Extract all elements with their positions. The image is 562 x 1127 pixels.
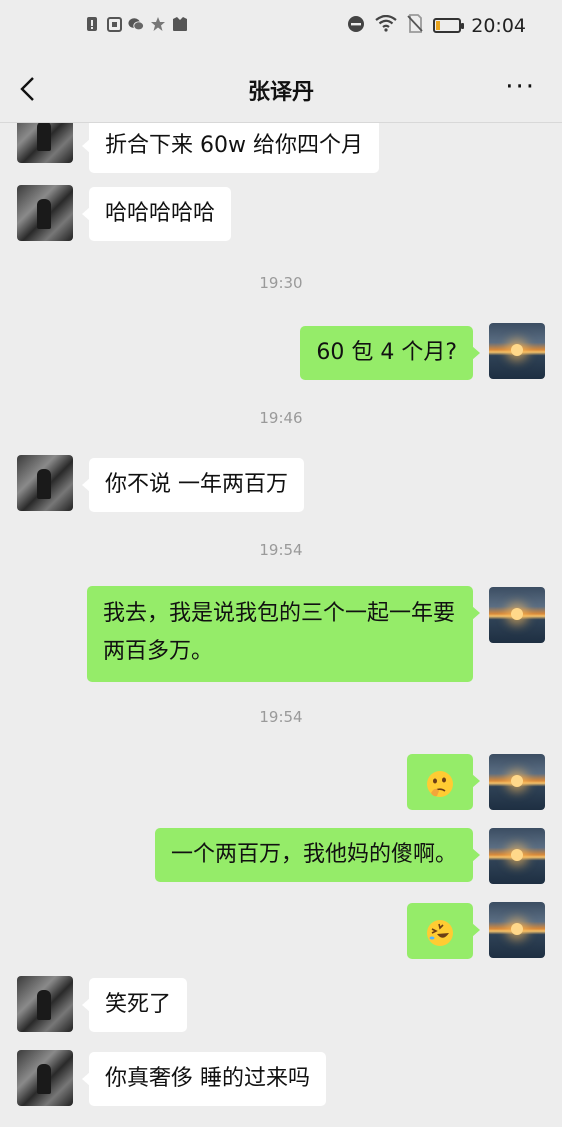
- star-icon: [150, 16, 166, 32]
- wifi-icon: [375, 14, 397, 36]
- contact-avatar[interactable]: [17, 455, 73, 511]
- message-bubble-left[interactable]: 折合下来 60w 给你四个月: [82, 123, 379, 173]
- status-bar: 20:04: [0, 0, 562, 56]
- my-avatar[interactable]: [489, 323, 545, 379]
- contact-avatar[interactable]: [17, 185, 73, 241]
- emoji-bubble[interactable]: [407, 903, 480, 959]
- message-bubble-left[interactable]: 你不说 一年两百万: [82, 458, 304, 512]
- message-timestamp: 19:54: [259, 708, 303, 726]
- status-left-icons: [84, 16, 188, 32]
- more-options-button[interactable]: ···: [505, 72, 536, 102]
- message-bubble-left[interactable]: 笑死了: [81, 978, 188, 1032]
- battery-fill: [436, 21, 441, 30]
- chat-title: 张译丹: [247, 80, 314, 105]
- message-bubble-right[interactable]: 60 包 4 个月?: [300, 326, 480, 380]
- thinking-face-emoji: [427, 771, 453, 797]
- message-timestamp: 19:46: [259, 409, 303, 427]
- status-right: 20:04: [347, 14, 526, 37]
- rolling-laughing-emoji: [427, 920, 453, 946]
- message-bubble-right[interactable]: 一个两百万，我他妈的傻啊。: [154, 828, 481, 882]
- wechat-icon: [128, 16, 144, 32]
- message-timestamp: 19:30: [259, 274, 303, 292]
- contact-avatar[interactable]: [17, 976, 73, 1032]
- battery-icon: [433, 18, 465, 33]
- dnd-icon: [347, 15, 365, 37]
- no-sim-icon: [407, 14, 423, 37]
- message-timestamp: 19:54: [259, 541, 303, 559]
- chat-area[interactable]: 折合下来 60w 给你四个月 哈哈哈哈哈 19:30 60 包 4 个月? 19…: [0, 123, 562, 1127]
- my-avatar[interactable]: [489, 754, 545, 810]
- status-time: 20:04: [471, 14, 526, 37]
- message-bubble-left[interactable]: 哈哈哈哈哈: [81, 187, 232, 241]
- message-bubble-right[interactable]: 我去，我是说我包的三个一起一年要两百多万。: [87, 586, 480, 682]
- my-avatar[interactable]: [489, 828, 545, 884]
- my-avatar[interactable]: [489, 587, 545, 643]
- emoji-bubble[interactable]: [407, 754, 480, 810]
- bag-icon: [172, 16, 188, 32]
- message-bubble-left[interactable]: 你真奢侈 睡的过来吗: [82, 1052, 326, 1106]
- contact-avatar[interactable]: [17, 123, 73, 163]
- my-avatar[interactable]: [489, 902, 545, 958]
- contact-avatar[interactable]: [17, 1050, 73, 1106]
- chat-header: 张译丹 ···: [0, 56, 562, 123]
- alert-icon: [84, 16, 100, 32]
- sim-icon: [106, 16, 122, 32]
